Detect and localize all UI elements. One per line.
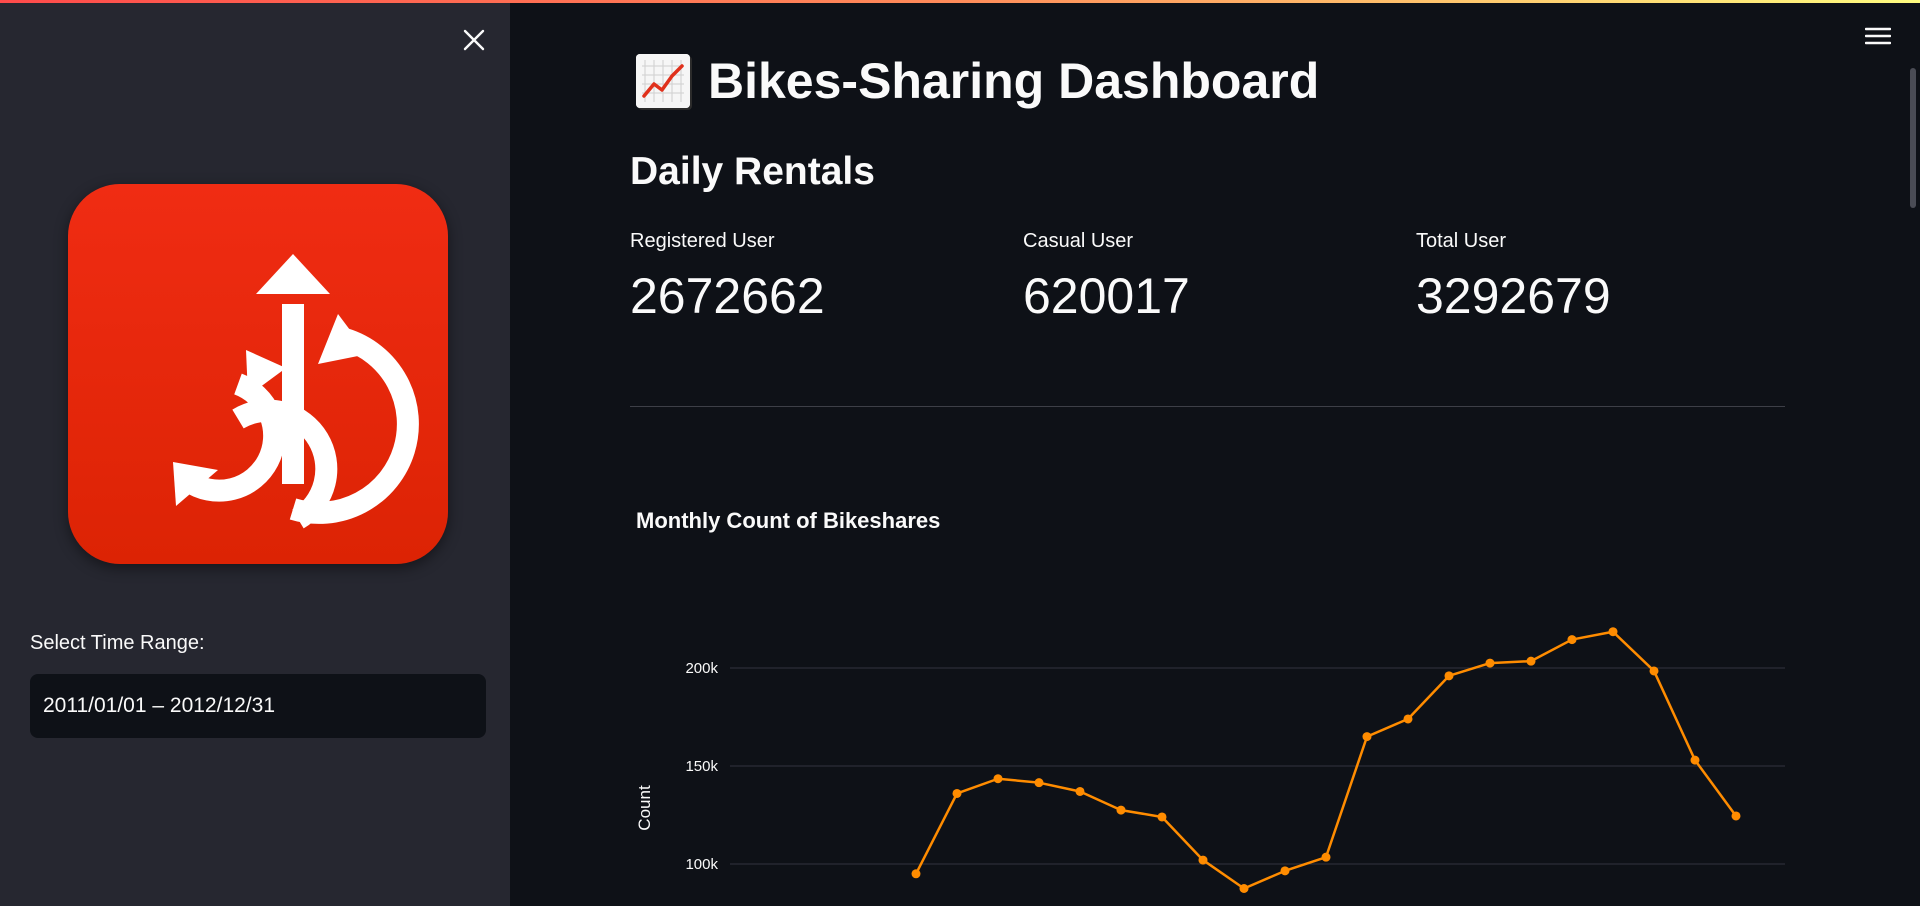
metric-label: Registered User xyxy=(630,230,775,252)
data-point xyxy=(1731,811,1741,821)
time-range-value: 2011/01/01 – 2012/12/31 xyxy=(43,694,275,717)
data-point xyxy=(1444,671,1454,681)
y-tick-label: 200k xyxy=(685,660,718,677)
time-range-input[interactable]: 2011/01/01 – 2012/12/31 xyxy=(30,674,486,738)
hamburger-menu-icon xyxy=(1865,27,1891,45)
monthly-count-chart[interactable]: 100k 150k 200k Count xyxy=(630,600,1790,906)
sidebar: Select Time Range: 2011/01/01 – 2012/12/… xyxy=(0,0,510,906)
data-point xyxy=(1608,627,1618,637)
data-point xyxy=(1485,658,1495,668)
metric-registered-user: Registered User 2672662 xyxy=(630,230,825,325)
data-point xyxy=(1157,812,1167,822)
chart-increasing-icon xyxy=(636,54,690,108)
close-sidebar-button[interactable] xyxy=(458,24,490,56)
data-point xyxy=(952,788,962,798)
data-point xyxy=(993,774,1003,784)
page-title: Bikes-Sharing Dashboard xyxy=(636,46,1319,116)
metric-value: 620017 xyxy=(1023,268,1190,324)
data-point xyxy=(1280,866,1290,876)
data-point xyxy=(1649,666,1659,676)
data-point xyxy=(911,869,921,879)
close-icon xyxy=(463,29,485,51)
data-point xyxy=(1034,778,1044,788)
time-range-label: Select Time Range: xyxy=(30,632,205,654)
scrollbar-thumb[interactable] xyxy=(1910,68,1916,208)
y-tick-label: 150k xyxy=(685,758,718,775)
data-point xyxy=(1403,714,1413,724)
metric-total-user: Total User 3292679 xyxy=(1416,230,1611,325)
data-point xyxy=(1239,884,1249,893)
metric-label: Casual User xyxy=(1023,230,1134,252)
daily-rentals-heading: Daily Rentals xyxy=(630,150,875,193)
divider xyxy=(630,406,1785,407)
chart-title: Monthly Count of Bikeshares xyxy=(636,508,941,533)
data-point xyxy=(1198,855,1208,865)
metric-value: 2672662 xyxy=(630,268,825,324)
data-point xyxy=(1362,732,1372,742)
data-point xyxy=(1526,656,1536,666)
main-menu-button[interactable] xyxy=(1862,22,1894,50)
top-decoration-bar xyxy=(0,0,1920,3)
metric-casual-user: Casual User 620017 xyxy=(1023,230,1190,325)
bike-sharing-logo xyxy=(68,184,448,564)
metric-value: 3292679 xyxy=(1416,268,1611,324)
y-axis-label: Count xyxy=(635,785,654,831)
data-point xyxy=(1075,786,1085,796)
data-point xyxy=(1567,635,1577,645)
metric-label: Total User xyxy=(1416,230,1507,252)
y-tick-label: 100k xyxy=(685,856,718,873)
data-point xyxy=(1321,852,1331,862)
page-title-text: Bikes-Sharing Dashboard xyxy=(708,53,1320,109)
data-point xyxy=(1116,805,1126,815)
series-line xyxy=(914,630,1738,890)
data-point xyxy=(1690,755,1700,765)
